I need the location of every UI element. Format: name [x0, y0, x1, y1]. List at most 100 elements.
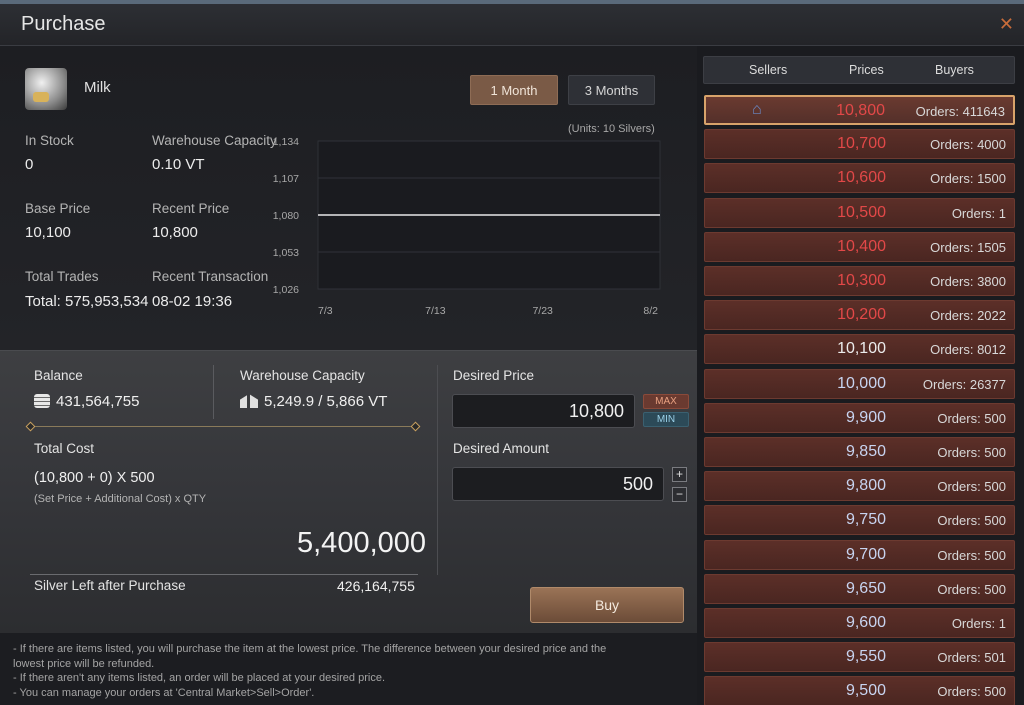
order-price: 10,800: [836, 102, 885, 119]
gold-divider-dot-right: [410, 421, 421, 432]
order-price: 10,300: [837, 272, 886, 289]
warehouse-capacity-label-2: Warehouse Capacity: [240, 368, 365, 383]
order-count: Orders: 1505: [930, 239, 1006, 255]
y-tick-label: 1,080: [273, 210, 299, 222]
order-row[interactable]: 10,000 Orders: 26377: [704, 368, 1015, 399]
sellers-column-header: Sellers: [749, 63, 788, 77]
one-month-button[interactable]: 1 Month: [470, 75, 558, 105]
desired-amount-input[interactable]: 500: [452, 467, 664, 501]
y-tick-label: 1,026: [273, 284, 299, 296]
order-row[interactable]: 9,500 Orders: 500: [704, 676, 1015, 705]
order-count: Orders: 500: [937, 445, 1006, 460]
desired-price-input[interactable]: 10,800: [452, 394, 635, 428]
in-stock-label: In Stock: [25, 133, 74, 148]
base-price-value: 10,100: [25, 224, 71, 241]
order-row[interactable]: 10,300 Orders: 3800: [704, 266, 1015, 296]
order-row[interactable]: 10,100 Orders: 8012: [704, 334, 1015, 365]
order-row[interactable]: 10,500 Orders: 1: [704, 197, 1015, 228]
total-cost-formula: (10,800 + 0) X 500: [34, 470, 155, 486]
order-row[interactable]: 9,800 Orders: 500: [704, 471, 1015, 502]
warehouse-capacity-value-2: 5,249.9 / 5,866 VT: [264, 393, 388, 410]
order-row[interactable]: 10,600 Orders: 1500: [704, 163, 1015, 194]
order-count: Orders: 500: [937, 581, 1006, 597]
order-count: Orders: 501: [937, 650, 1006, 666]
base-price-label: Base Price: [25, 201, 91, 216]
order-row[interactable]: 9,700 Orders: 500: [704, 539, 1015, 570]
order-count: Orders: 4000: [930, 137, 1006, 153]
order-count: Orders: 8012: [930, 342, 1006, 358]
seller-house-icon: ⌂: [752, 101, 762, 118]
increase-amount-button[interactable]: +: [672, 467, 687, 482]
x-tick-label: 7/13: [425, 305, 446, 314]
orderbook-panel: Sellers Prices Buyers ⌂ 10,800 Orders: 411…: [697, 46, 1024, 705]
y-tick-label: 1,053: [273, 247, 299, 259]
order-price: 9,500: [845, 682, 886, 700]
balance-value: 431,564,755: [56, 393, 140, 410]
min-price-button[interactable]: MIN: [643, 412, 689, 427]
order-count: Orders: 26377: [922, 376, 1006, 392]
recent-transaction-label: Recent Transaction: [152, 269, 269, 284]
y-tick-label: 1,107: [273, 173, 299, 185]
order-row[interactable]: 9,650 Orders: 500: [704, 573, 1015, 604]
buy-button[interactable]: Buy: [530, 587, 684, 623]
order-price: 10,000: [837, 374, 886, 392]
order-count: Orders: 500: [937, 479, 1006, 495]
silver-left-value: 426,164,755: [337, 578, 415, 594]
y-tick-label: 1,134: [273, 136, 299, 148]
order-price: 9,650: [845, 579, 886, 597]
order-row[interactable]: ⌂ 10,800 Orders: 411643: [704, 95, 1015, 125]
order-row[interactable]: 10,200 Orders: 2022: [704, 300, 1015, 331]
decrease-amount-button[interactable]: −: [672, 487, 687, 502]
item-name: Milk: [84, 79, 111, 96]
total-cost-label: Total Cost: [34, 441, 95, 456]
order-row[interactable]: 10,700 Orders: 4000: [704, 129, 1015, 160]
three-months-button[interactable]: 3 Months: [568, 75, 655, 105]
warehouse-icon: [240, 394, 258, 408]
warehouse-capacity-row: 5,249.9 / 5,866 VT: [240, 393, 387, 410]
x-tick-label: 8/2: [643, 305, 658, 314]
item-info-section: Milk 1 Month 3 Months In Stock 0 Warehou…: [0, 46, 697, 350]
divider: [213, 365, 214, 419]
desired-amount-label: Desired Amount: [453, 441, 550, 456]
order-price: 10,700: [837, 135, 886, 153]
order-count: Orders: 1: [951, 205, 1006, 221]
order-count: Orders: 3800: [930, 274, 1006, 289]
order-price: 9,550: [845, 648, 886, 666]
order-row[interactable]: 9,900 Orders: 500: [704, 402, 1015, 433]
orderbook-header: Sellers Prices Buyers: [703, 56, 1015, 84]
order-row[interactable]: 9,550 Orders: 501: [704, 642, 1015, 673]
order-row[interactable]: 9,850 Orders: 500: [704, 437, 1015, 467]
order-price: 10,400: [837, 237, 886, 255]
order-count: Orders: 1500: [930, 171, 1006, 187]
recent-price-label: Recent Price: [152, 201, 230, 216]
order-price: 9,700: [845, 545, 886, 563]
purchase-section: Balance 431,564,755 Warehouse Capacity 5…: [0, 350, 697, 633]
order-row[interactable]: 9,600 Orders: 1: [704, 608, 1015, 638]
window-title: Purchase: [21, 13, 106, 35]
note-line: - If there aren't any items listed, an o…: [13, 672, 386, 685]
window-titlebar: Purchase ✕: [0, 4, 1024, 46]
total-cost-value: 5,400,000: [297, 527, 427, 559]
milk-bottle-icon: [25, 68, 67, 110]
total-trades-value: Total: 575,953,534: [25, 293, 149, 310]
max-price-button[interactable]: MAX: [643, 394, 689, 409]
order-row[interactable]: 10,400 Orders: 1505: [704, 231, 1015, 262]
balance-label: Balance: [34, 368, 83, 383]
order-count: Orders: 411643: [915, 104, 1005, 119]
order-count: Orders: 500: [937, 547, 1006, 563]
price-chart: 1,134 1,107 1,080 1,053 1,026 7/3 7/13 7/23 8/2: [273, 136, 661, 314]
total-trades-label: Total Trades: [25, 269, 99, 284]
x-tick-label: 7/3: [318, 305, 333, 314]
in-stock-value: 0: [25, 156, 34, 173]
recent-price-value: 10,800: [152, 224, 198, 241]
order-row[interactable]: 9,750 Orders: 500: [704, 505, 1015, 536]
note-line: - You can manage your orders at 'Central…: [13, 686, 315, 699]
order-price: 9,850: [845, 443, 886, 460]
order-price: 10,600: [837, 169, 886, 187]
left-panel: Milk 1 Month 3 Months In Stock 0 Warehou…: [0, 46, 697, 705]
close-icon[interactable]: ✕: [999, 14, 1014, 35]
order-count: Orders: 500: [937, 513, 1006, 529]
note-line: lowest price will be refunded.: [13, 657, 155, 670]
gold-divider: [30, 426, 416, 427]
order-count: Orders: 500: [937, 684, 1006, 700]
